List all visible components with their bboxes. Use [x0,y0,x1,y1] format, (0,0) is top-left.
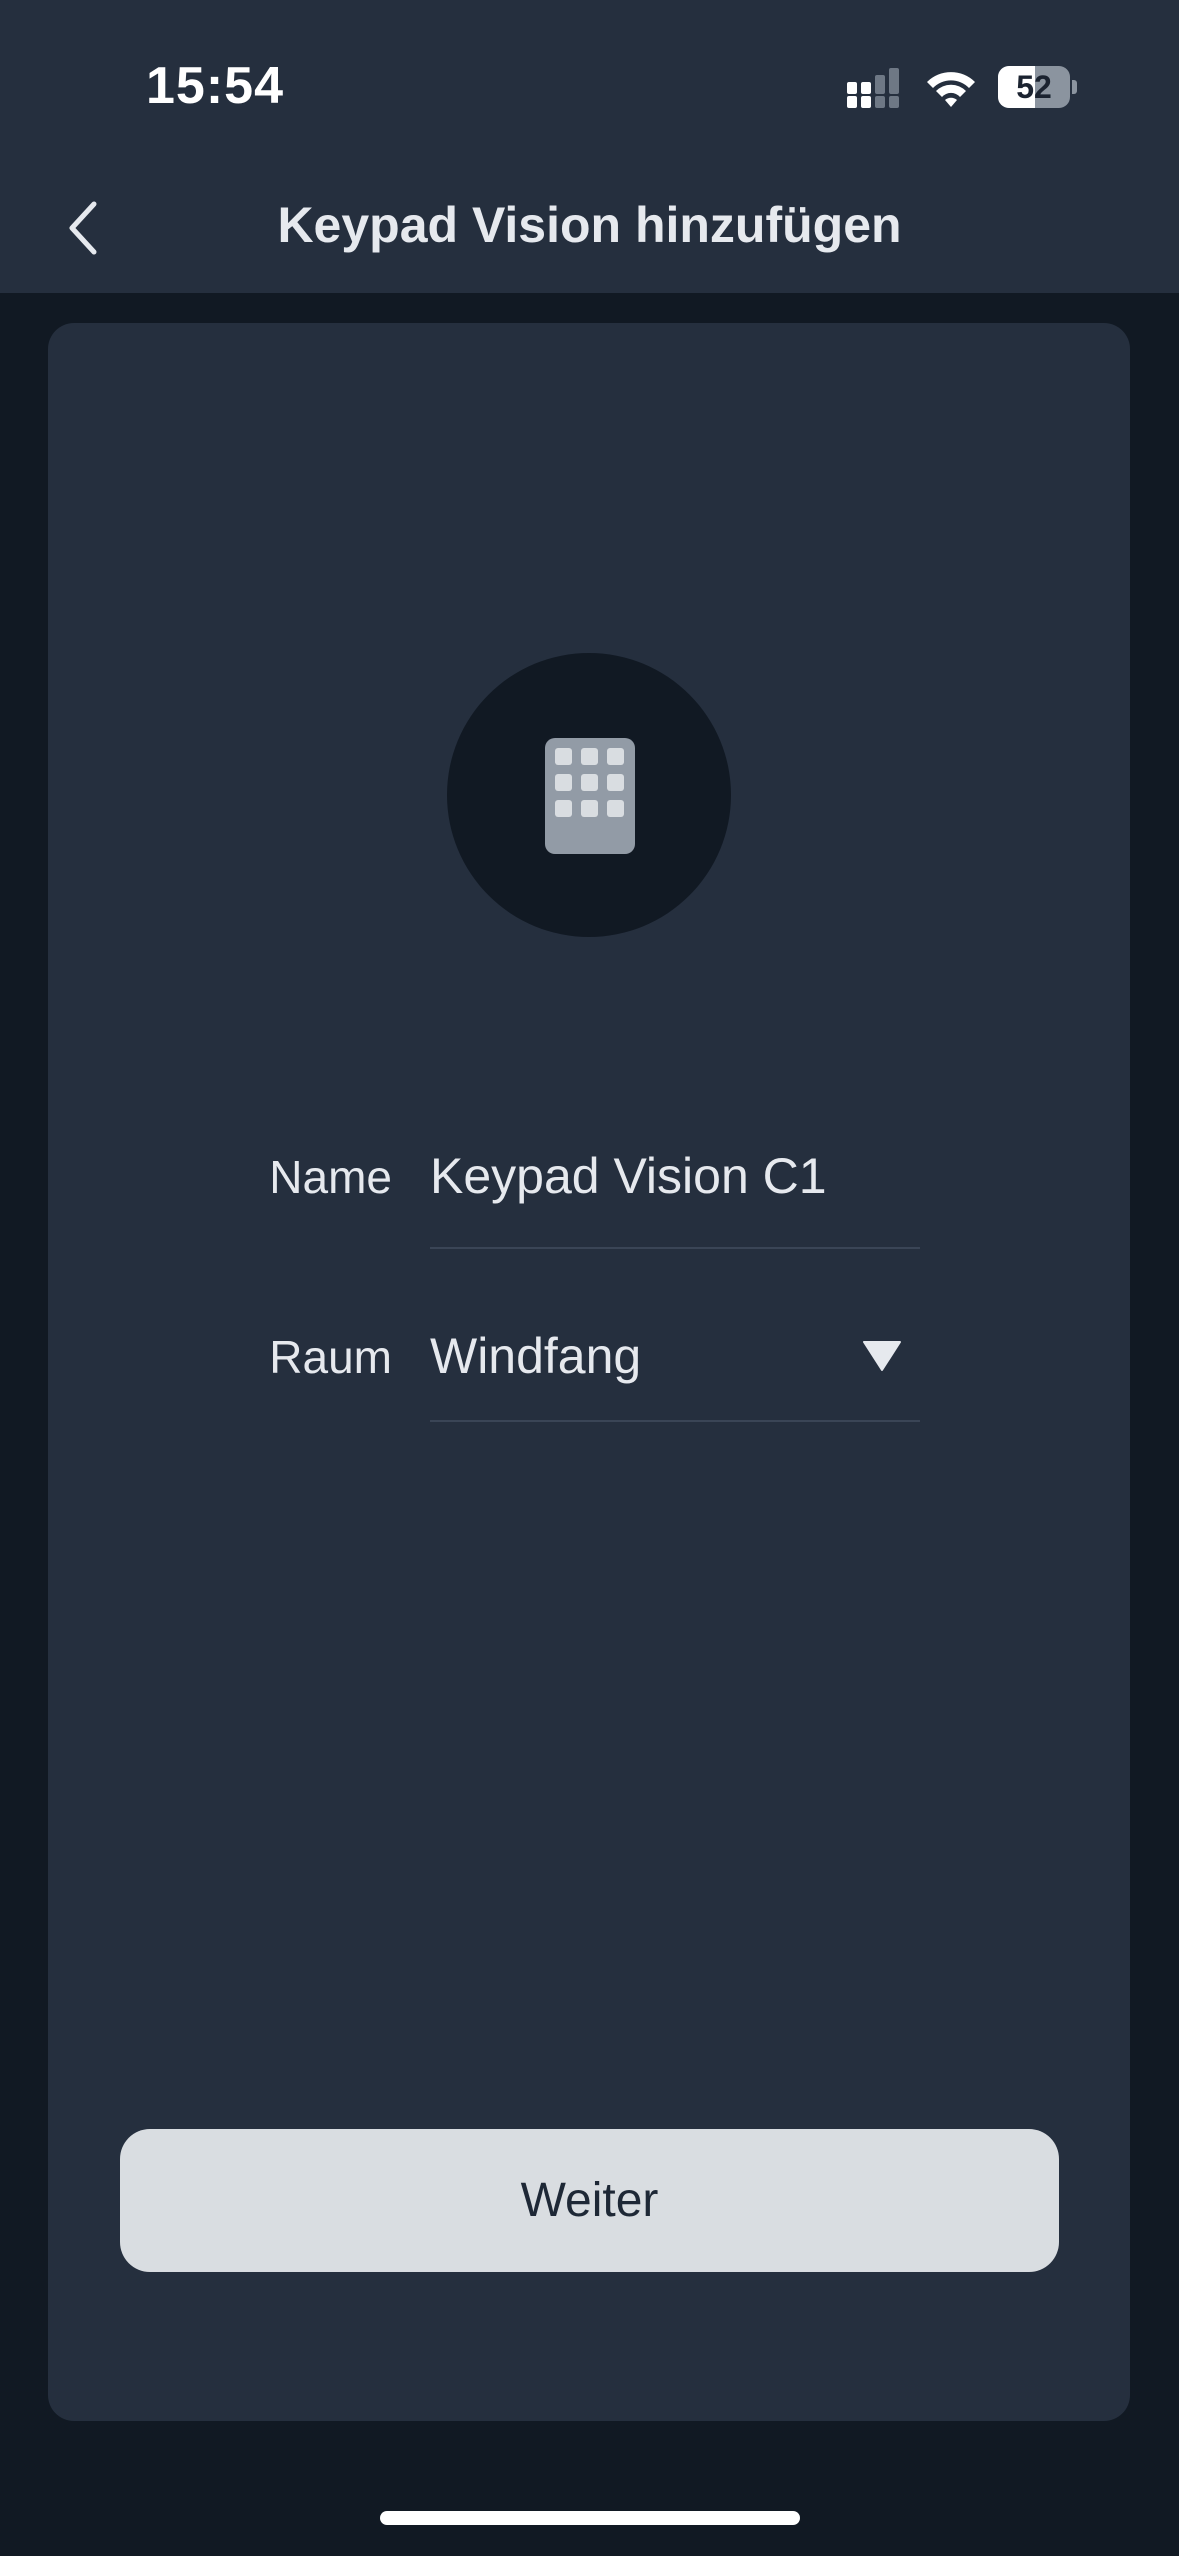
triangle-down-icon[interactable] [862,1340,902,1372]
wifi-icon [927,72,975,107]
room-select[interactable]: Windfang [430,1327,641,1385]
continue-button[interactable]: Weiter [120,2129,1059,2272]
app-header: 15:54 52 Keypad Vision hinzufügen [0,0,1179,293]
name-label: Name [269,1151,392,1203]
name-field-underline [430,1247,920,1249]
room-label: Raum [269,1331,392,1383]
chevron-left-icon[interactable] [56,196,116,260]
battery-icon: 52 [998,66,1077,108]
room-select-underline [430,1420,920,1422]
cellular-signal-icon [847,68,899,108]
name-field[interactable]: Keypad Vision C1 [430,1147,827,1205]
status-time: 15:54 [146,57,284,115]
keypad-icon [545,738,635,854]
home-indicator[interactable] [380,2511,800,2525]
battery-percent: 52 [1016,69,1052,105]
page-title: Keypad Vision hinzufügen [277,197,902,253]
